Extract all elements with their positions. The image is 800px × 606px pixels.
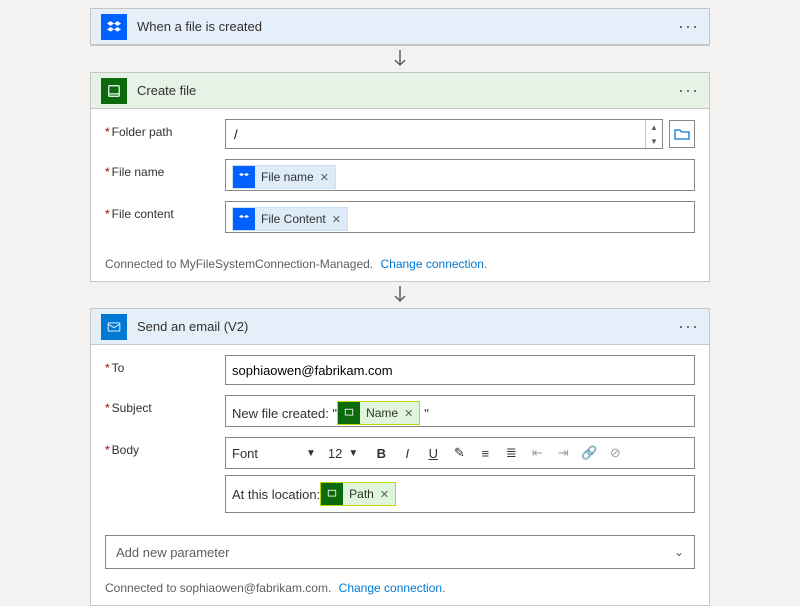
file-name-input[interactable]: File name ✕	[225, 159, 695, 191]
trigger-header[interactable]: When a file is created ···	[91, 9, 709, 45]
connector-arrow	[393, 282, 407, 308]
chevron-down-icon: ⌄	[674, 545, 684, 559]
create-file-title: Create file	[137, 83, 668, 98]
add-parameter-select[interactable]: Add new parameter ⌄	[105, 535, 695, 569]
bold-button[interactable]: B	[370, 442, 392, 464]
change-connection-link[interactable]: Change connection	[339, 581, 442, 595]
send-email-card: Send an email (V2) ··· *To *Subject New …	[90, 308, 710, 606]
number-list-button[interactable]: ≣	[500, 442, 522, 464]
create-file-header[interactable]: Create file ···	[91, 73, 709, 109]
unlink-button[interactable]: ⊘	[604, 442, 626, 464]
file-content-token[interactable]: File Content ✕	[232, 207, 348, 231]
trigger-menu-button[interactable]: ···	[678, 16, 699, 37]
browse-folder-button[interactable]	[669, 120, 695, 148]
file-name-token[interactable]: File name ✕	[232, 165, 336, 189]
file-content-label: *File content	[105, 201, 225, 221]
folder-path-label: *Folder path	[105, 119, 225, 139]
remove-token-icon[interactable]: ✕	[380, 488, 389, 501]
subject-label: *Subject	[105, 395, 225, 415]
folder-path-input[interactable]: ▲▼	[225, 119, 663, 149]
create-file-footer: Connected to MyFileSystemConnection-Mana…	[91, 251, 709, 281]
create-file-card: Create file ··· *Folder path ▲▼ *File na…	[90, 72, 710, 282]
dropbox-icon	[233, 208, 255, 230]
send-email-header[interactable]: Send an email (V2) ···	[91, 309, 709, 345]
folder-path-stepper[interactable]: ▲▼	[645, 120, 662, 148]
trigger-title: When a file is created	[137, 19, 668, 34]
body-input[interactable]: At this location: Path ✕	[225, 475, 695, 513]
to-label: *To	[105, 355, 225, 375]
remove-token-icon[interactable]: ✕	[404, 407, 413, 420]
file-name-label: *File name	[105, 159, 225, 179]
file-content-input[interactable]: File Content ✕	[225, 201, 695, 233]
outlook-icon	[101, 314, 127, 340]
filesystem-icon	[338, 402, 360, 424]
send-email-menu-button[interactable]: ···	[678, 316, 699, 337]
italic-button[interactable]: I	[396, 442, 418, 464]
indent-button[interactable]: ⇥	[552, 442, 574, 464]
remove-token-icon[interactable]: ✕	[320, 171, 329, 184]
filesystem-icon	[321, 483, 343, 505]
highlight-button[interactable]: ✎	[448, 442, 470, 464]
size-select[interactable]: 12	[328, 446, 342, 461]
link-button[interactable]: 🔗	[578, 442, 600, 464]
dropbox-icon	[233, 166, 255, 188]
create-file-menu-button[interactable]: ···	[678, 80, 699, 101]
path-token[interactable]: Path ✕	[320, 482, 396, 506]
underline-button[interactable]: U	[422, 442, 444, 464]
bullet-list-button[interactable]: ≡	[474, 442, 496, 464]
name-token[interactable]: Name ✕	[337, 401, 420, 425]
trigger-card: When a file is created ···	[90, 8, 710, 46]
change-connection-link[interactable]: Change connection	[380, 257, 483, 271]
remove-token-icon[interactable]: ✕	[332, 213, 341, 226]
body-label: *Body	[105, 437, 225, 457]
dropbox-icon	[101, 14, 127, 40]
rich-text-toolbar: Font▼ 12▼ B I U ✎ ≡ ≣ ⇤ ⇥ 🔗 ⊘	[225, 437, 695, 469]
send-email-title: Send an email (V2)	[137, 319, 668, 334]
outdent-button[interactable]: ⇤	[526, 442, 548, 464]
filesystem-icon	[101, 78, 127, 104]
to-input[interactable]	[225, 355, 695, 385]
connector-arrow	[393, 46, 407, 72]
send-email-footer: Connected to sophiaowen@fabrikam.com. Ch…	[91, 575, 709, 605]
font-select[interactable]: Font	[232, 446, 302, 461]
subject-input[interactable]: New file created: " Name ✕ "	[225, 395, 695, 427]
